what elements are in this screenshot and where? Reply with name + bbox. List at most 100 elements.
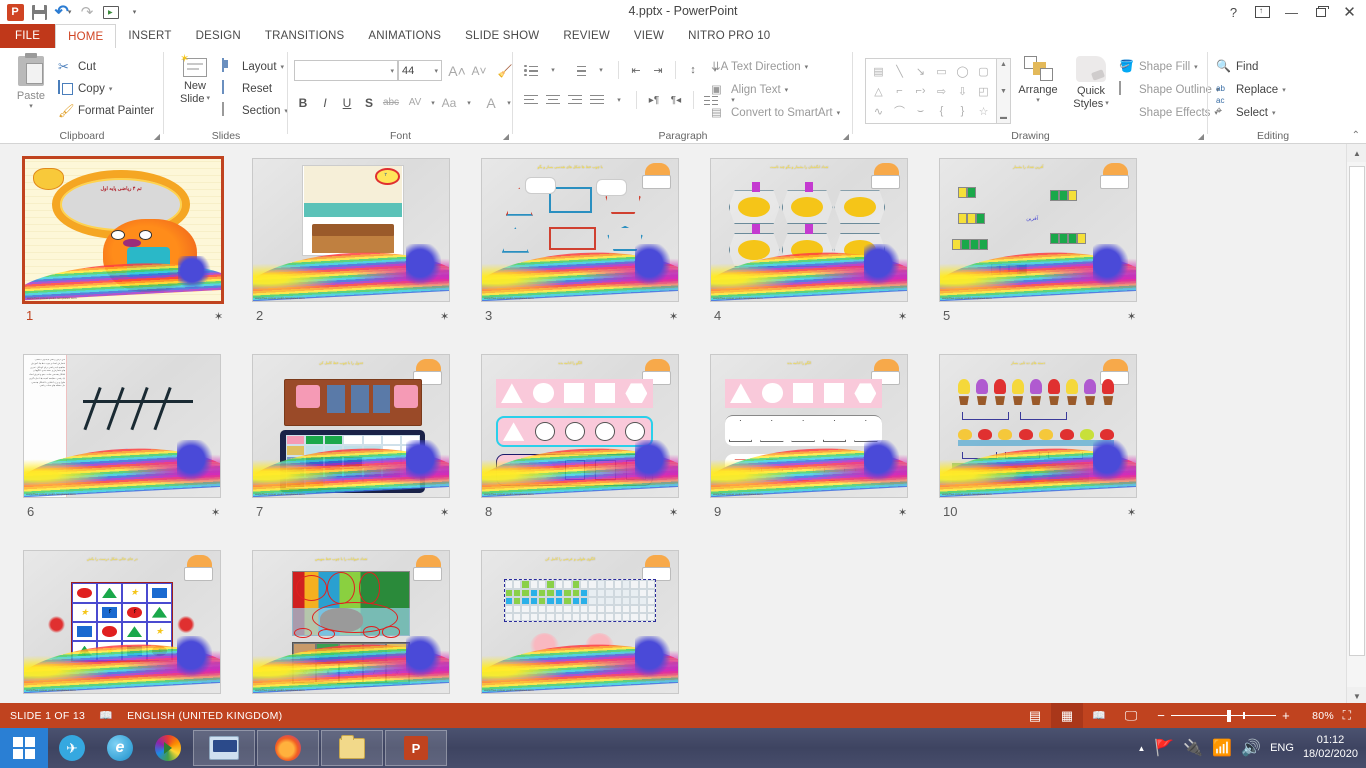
volume-icon[interactable]: 🔊 [1241, 738, 1261, 758]
tab-animations[interactable]: ANIMATIONS [356, 24, 453, 48]
arrange-button[interactable]: Arrange ▾ [1011, 56, 1065, 105]
normal-view-button[interactable]: ▤ [1019, 703, 1051, 728]
shape-rectangle-icon[interactable]: ▭ [931, 61, 952, 81]
slide-10-canvas[interactable]: دسته های ده تایی بساز [939, 354, 1137, 498]
shapes-scroll-down-icon[interactable]: ▼ [1000, 88, 1007, 95]
shape-right-brace-icon[interactable]: } [952, 101, 973, 121]
slide-8-animation-icon[interactable]: ✶ [669, 506, 678, 519]
shapes-gallery[interactable]: ▤ ╲ ↘ ▭ ◯ ▢ △ ⌐ ⌐› ⇨ ⇩ ◰ ∿ ⌒ ⌣ { } ☆ [865, 58, 997, 124]
slide-3-animation-icon[interactable]: ✶ [669, 310, 678, 323]
zoom-track[interactable] [1171, 715, 1276, 717]
taskbar-file-explorer[interactable] [321, 730, 383, 766]
slide-5-canvas[interactable]: آفرین تعداد را بشمار آفرین www.free-powe… [939, 158, 1137, 302]
tab-home[interactable]: HOME [55, 24, 116, 48]
tab-nitro-pro[interactable]: NITRO PRO 10 [676, 24, 782, 48]
shape-rounded-rectangle-icon[interactable]: ▢ [973, 61, 994, 81]
slide-thumbnail-3[interactable]: با چوب خط ها شکل های هندسی بساز و بگو ww… [481, 158, 679, 302]
slide-5-animation-icon[interactable]: ✶ [1127, 310, 1136, 323]
font-dialog-launcher[interactable]: ◢ [503, 132, 509, 141]
increase-font-size-button[interactable]: A˄ [446, 60, 468, 81]
font-size-input[interactable]: 44 ▾ [398, 60, 442, 81]
shapes-gallery-scroll[interactable]: ▲ ▼ ▬ [997, 58, 1011, 124]
slide-2-animation-icon[interactable]: ✶ [440, 310, 449, 323]
close-button[interactable]: ✕ [1335, 1, 1364, 23]
cut-button[interactable]: ✂ Cut [58, 56, 96, 78]
decrease-indent-button[interactable]: ⇤ [626, 60, 646, 80]
underline-button[interactable]: U [336, 92, 358, 113]
language-status[interactable]: ENGLISH (UNITED KINGDOM) [127, 710, 282, 722]
slide-thumbnail-1[interactable]: تم ۴ ریاضی پایه اول www.free-power-point… [22, 156, 224, 304]
taskbar-firefox[interactable] [257, 730, 319, 766]
layout-dropdown-caret[interactable]: ▾ [281, 63, 285, 71]
new-slide-button[interactable]: ✶ New Slide ▾ [172, 58, 218, 105]
slide-3-canvas[interactable]: با چوب خط ها شکل های هندسی بساز و بگو ww… [481, 158, 679, 302]
font-name-caret[interactable]: ▾ [390, 67, 394, 75]
new-slide-dropdown-caret[interactable]: ▾ [206, 95, 210, 103]
scroll-up-button[interactable]: ▲ [1347, 144, 1366, 162]
fit-to-window-button[interactable]: ⛶ [1334, 703, 1360, 728]
collapse-ribbon-button[interactable]: ⌃ [1352, 130, 1360, 141]
shapes-more-icon[interactable]: ▬ [1000, 114, 1007, 121]
replace-button[interactable]: abac Replace ▾ [1216, 79, 1286, 101]
slide-7-canvas[interactable]: جدول را با چوب خط کامل کن www.free-power… [252, 354, 450, 498]
strikethrough-button[interactable]: abc [380, 92, 402, 113]
zoom-level[interactable]: 80% [1300, 710, 1334, 722]
scrollbar-thumb[interactable] [1349, 166, 1365, 656]
change-case-button[interactable]: Aa [438, 92, 460, 113]
shapes-scroll-up-icon[interactable]: ▲ [1000, 61, 1007, 68]
line-spacing-button[interactable]: ↕ [683, 60, 703, 80]
tab-insert[interactable]: INSERT [116, 24, 183, 48]
change-case-caret[interactable]: ▾ [458, 92, 480, 113]
shape-folded-corner-icon[interactable]: ◰ [973, 81, 994, 101]
slide-9-animation-icon[interactable]: ✶ [898, 506, 907, 519]
italic-button[interactable]: I [314, 92, 336, 113]
shape-fill-button[interactable]: 🪣 Shape Fill ▾ [1119, 56, 1198, 78]
section-button[interactable]: Section ▾ [222, 100, 288, 122]
text-direction-button[interactable]: ⇊A Text Direction ▾ [711, 56, 808, 78]
minimize-button[interactable]: — [1277, 1, 1306, 23]
slide-sorter-view-button[interactable]: ▦ [1051, 703, 1083, 728]
slide-thumbnail-11[interactable]: در جای خالی شکل درست را بکش ★ ★ ؟ ؟ ★ ؟ … [23, 550, 221, 694]
slide-11-canvas[interactable]: در جای خالی شکل درست را بکش ★ ★ ؟ ؟ ★ ؟ … [23, 550, 221, 694]
bullets-button[interactable] [521, 60, 541, 80]
increase-indent-button[interactable]: ⇥ [648, 60, 668, 80]
tab-design[interactable]: DESIGN [184, 24, 253, 48]
slide-thumbnail-12[interactable]: تعداد حیوانات را با چوب خط بنویس /// # / [252, 550, 450, 694]
slide-6-canvas[interactable]: متن درس ریاضی پایه اول دبستان. شمارش اعد… [23, 354, 221, 498]
usb-device-icon[interactable]: 🔌 [1183, 738, 1203, 758]
slide-thumbnail-10[interactable]: دسته های ده تایی بساز [939, 354, 1137, 498]
shape-left-brace-icon[interactable]: { [931, 101, 952, 121]
ribbon-display-options-button[interactable] [1248, 1, 1277, 23]
shape-arrow-icon[interactable]: ↘ [910, 61, 931, 81]
format-painter-button[interactable]: 🖌 Format Painter [58, 100, 154, 122]
clock[interactable]: 01:12 18/02/2020 [1303, 734, 1358, 762]
paste-dropdown-caret[interactable]: ▾ [29, 103, 33, 111]
reset-button[interactable]: Reset [222, 78, 272, 100]
align-text-button[interactable]: ▣ Align Text ▾ [711, 79, 788, 101]
align-center-button[interactable] [543, 90, 563, 110]
shape-curve-icon[interactable]: ⌣ [910, 101, 931, 121]
slide-9-canvas[interactable]: الگو را ادامه بده [710, 354, 908, 498]
taskbar-powerpoint[interactable]: P [385, 730, 447, 766]
align-right-button[interactable] [565, 90, 585, 110]
copy-dropdown-caret[interactable]: ▾ [109, 85, 113, 93]
find-button[interactable]: 🔍 Find [1216, 56, 1258, 78]
zoom-in-button[interactable]: + [1282, 708, 1290, 723]
select-button[interactable]: ⌖ Select ▾ [1216, 102, 1275, 124]
proofing-errors-icon[interactable]: 📖 [99, 709, 113, 722]
slide-10-animation-icon[interactable]: ✶ [1127, 506, 1136, 519]
slide-2-canvas[interactable]: ۲ www.free-power-point-templates.com [252, 158, 450, 302]
slide-thumbnail-2[interactable]: ۲ www.free-power-point-templates.com 2 ✶ [252, 158, 450, 302]
slide-thumbnail-5[interactable]: آفرین تعداد را بشمار آفرین www.free-powe… [939, 158, 1137, 302]
shape-scribble-icon[interactable]: ∿ [868, 101, 889, 121]
slide-thumbnail-7[interactable]: جدول را با چوب خط کامل کن www.free-power… [252, 354, 450, 498]
sorter-vertical-scrollbar[interactable]: ▲ ▼ [1346, 144, 1366, 705]
tab-view[interactable]: VIEW [622, 24, 676, 48]
shape-arc-icon[interactable]: ⌒ [889, 101, 910, 121]
slide-7-animation-icon[interactable]: ✶ [440, 506, 449, 519]
zoom-out-button[interactable]: − [1157, 708, 1165, 723]
taskbar-onscreen-keyboard[interactable] [193, 730, 255, 766]
arrange-caret[interactable]: ▾ [1036, 97, 1040, 105]
slide-12-canvas[interactable]: تعداد حیوانات را با چوب خط بنویس /// # / [252, 550, 450, 694]
slide-sorter-pane[interactable]: تم ۴ ریاضی پایه اول www.free-power-point… [0, 144, 1346, 705]
